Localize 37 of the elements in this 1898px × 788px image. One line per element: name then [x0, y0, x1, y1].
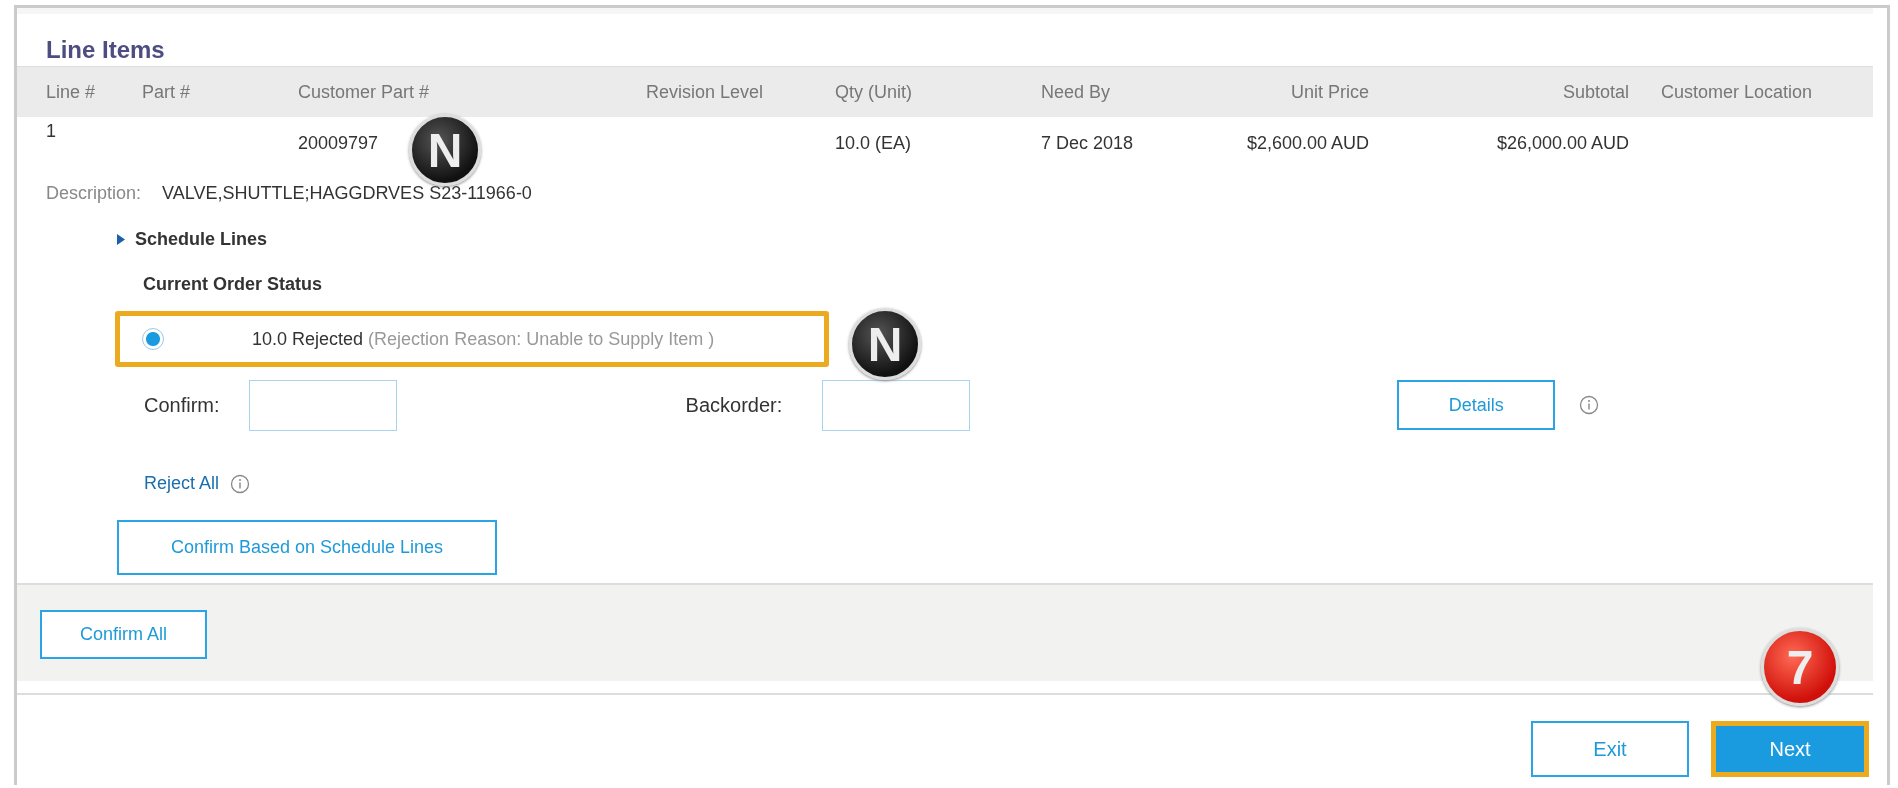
description-text: VALVE,SHUTTLE;HAGGDRVES S23-11966-0	[162, 183, 532, 203]
exit-button[interactable]: Exit	[1531, 721, 1689, 777]
info-icon	[230, 473, 251, 494]
backorder-input[interactable]	[822, 379, 971, 431]
column-header: Subtotal	[1561, 81, 1629, 103]
column-header: Revision Level	[646, 81, 765, 103]
table-cell: 1	[46, 121, 56, 141]
section-heading: Current Order Status	[142, 274, 324, 295]
status-text: 10.0 Rejected (Rejection Reason: Unable to Supply Item )	[252, 328, 715, 350]
column-header: Unit Price	[1289, 81, 1369, 103]
caret-icon	[117, 234, 125, 245]
column-header: Line #	[46, 81, 97, 103]
column-header: Qty (Unit)	[835, 81, 913, 103]
radio-button[interactable]	[142, 328, 164, 350]
column-header: Customer Part #	[298, 81, 431, 103]
column-header: Need By	[1041, 81, 1112, 103]
field-label: Confirm:	[144, 393, 220, 417]
table-cell: 7 Dec 2018	[1041, 133, 1134, 153]
confirm-schedule-button[interactable]: Confirm Based on Schedule Lines	[117, 520, 497, 575]
description-label: Description:	[46, 183, 142, 203]
column-header: Customer Location	[1660, 81, 1814, 103]
column-header: Part #	[142, 81, 192, 103]
confirm-all-button[interactable]: Confirm All	[40, 610, 207, 659]
table-cell: $2,600.00 AUD	[1246, 133, 1369, 153]
step-marker: N	[849, 308, 921, 380]
table-cell: 10.0 (EA)	[835, 133, 912, 153]
info-icon	[1579, 395, 1600, 415]
details-button[interactable]: Details	[1397, 380, 1556, 430]
field-label: Backorder:	[685, 393, 783, 417]
status-option[interactable]: 10.0 Rejected (Rejection Reason: Unable to Supply Item )	[115, 311, 829, 367]
next-button[interactable]: Next	[1711, 721, 1869, 777]
reject-all-link[interactable]: Reject All	[144, 473, 220, 494]
schedule-lines-toggle[interactable]: Schedule Lines	[117, 229, 268, 250]
table-cell: 20009797	[298, 133, 379, 153]
table-cell: $26,000.00 AUD	[1496, 133, 1629, 153]
confirm-input[interactable]	[248, 379, 397, 431]
step-marker: N	[409, 114, 481, 186]
